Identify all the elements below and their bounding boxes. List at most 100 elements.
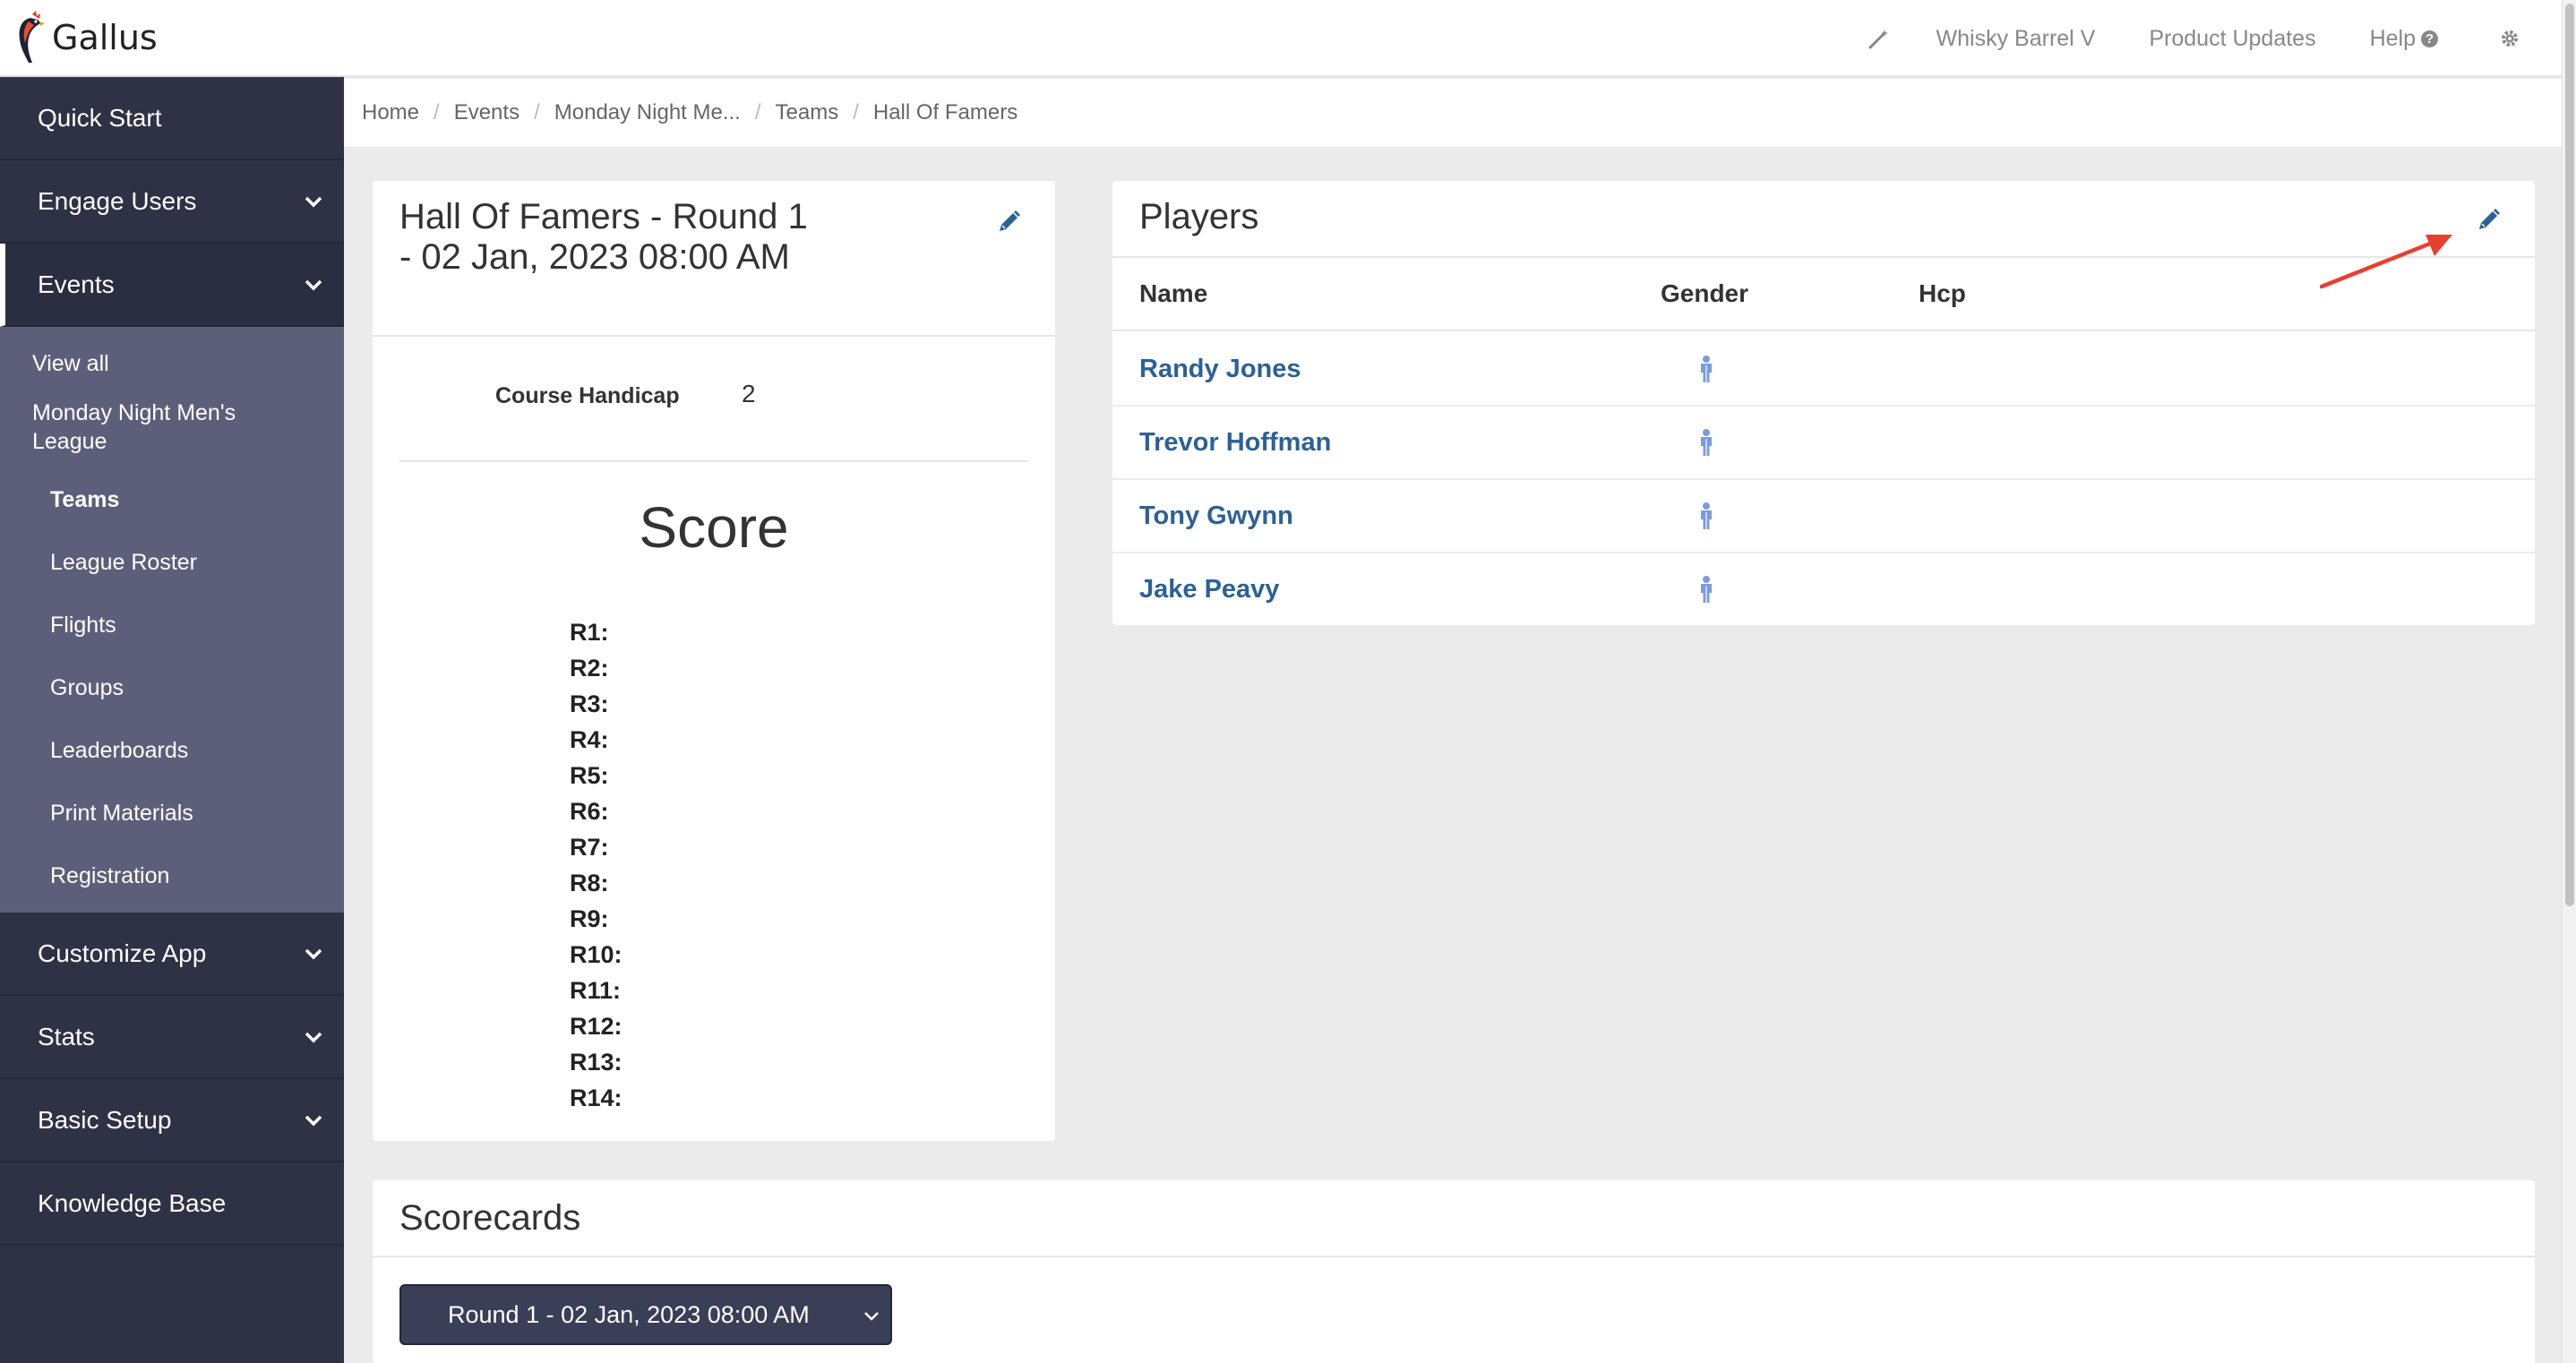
sidebar-item-label: Knowledge Base [38, 1188, 227, 1217]
round-score-label: R3: [570, 690, 609, 717]
sidebar-item-label: Basic Setup [38, 1105, 172, 1134]
round-score-label: R9: [570, 905, 609, 932]
sidebar-item-stats[interactable]: Stats [0, 996, 344, 1079]
round-score-label: R4: [570, 726, 609, 753]
scorecards-panel: Scorecards Round 1 - 02 Jan, 2023 08:00 … [373, 1180, 2535, 1363]
scrollbar-thumb[interactable] [2565, 4, 2574, 906]
male-icon [1701, 576, 1712, 603]
logo-text: Gallus [52, 18, 158, 57]
sidebar-item-quick-start[interactable]: Quick Start [0, 77, 344, 160]
sidebar-item-league-roster[interactable]: League Roster [0, 531, 344, 594]
sidebar-item-teams[interactable]: Teams [0, 468, 344, 531]
round-score-label: R10: [570, 941, 623, 968]
player-name-link[interactable]: Tony Gwynn [1139, 501, 1293, 531]
sidebar-item-knowledge-base[interactable]: Knowledge Base [0, 1162, 344, 1246]
round-score-label: R1: [570, 619, 609, 646]
sidebar-item-leaderboards[interactable]: Leaderboards [0, 719, 344, 782]
round-select[interactable]: Round 1 - 02 Jan, 2023 08:00 AM [399, 1284, 892, 1345]
breadcrumb-separator: / [853, 100, 859, 124]
sidebar-item-label: Monday Night Men's [32, 400, 236, 425]
sidebar: Quick Start Engage Users Events View all… [0, 77, 344, 1363]
round-score-label: R13: [570, 1049, 623, 1076]
breadcrumb-separator: / [534, 100, 540, 124]
sidebar-item-print-materials[interactable]: Print Materials [0, 782, 344, 844]
course-handicap-value: 2 [742, 380, 756, 407]
sidebar-item-basic-setup[interactable]: Basic Setup [0, 1079, 344, 1162]
round-score-list: R1: R2: R3: R4: R5: R6: R7: R8: R9: R10:… [570, 614, 623, 1116]
chevron-down-icon [305, 1032, 322, 1042]
player-name-link[interactable]: Jake Peavy [1139, 575, 1279, 604]
breadcrumb-teams[interactable]: Teams [776, 100, 839, 125]
sidebar-item-view-all[interactable]: View all [0, 334, 344, 393]
help-link[interactable]: Help ? [2370, 26, 2438, 52]
chevron-down-icon [305, 196, 322, 207]
column-header-gender: Gender [1661, 279, 1749, 307]
chevron-down-icon [305, 279, 322, 290]
sidebar-item-customize-app[interactable]: Customize App [0, 913, 344, 996]
page-scrollbar[interactable] [2562, 0, 2576, 1363]
round-score-label: R12: [570, 1013, 623, 1040]
breadcrumb-league[interactable]: Monday Night Me... [554, 100, 741, 125]
edit-pencil-icon[interactable] [2474, 206, 2503, 235]
breadcrumb-current: Hall Of Famers [872, 100, 1018, 124]
table-row: Randy Jones [1112, 333, 2535, 407]
player-name-link[interactable]: Randy Jones [1139, 355, 1301, 384]
sidebar-item-flights[interactable]: Flights [0, 594, 344, 656]
round-score-label: R8: [570, 870, 609, 896]
sidebar-item-label: Stats [38, 1022, 95, 1050]
round-score-label: R11: [570, 977, 622, 1004]
breadcrumb-separator: / [754, 100, 761, 124]
round-score-label: R6: [570, 798, 609, 825]
table-row: Trevor Hoffman [1112, 407, 2535, 480]
breadcrumb-events[interactable]: Events [454, 100, 519, 125]
male-icon [1701, 356, 1712, 382]
logo[interactable]: Gallus [13, 9, 158, 66]
gear-icon[interactable] [2492, 21, 2528, 56]
sidebar-item-registration[interactable]: Registration [0, 844, 344, 907]
table-row: Tony Gwynn [1112, 480, 2535, 553]
players-title: Players [1139, 197, 1259, 236]
chevron-down-icon [864, 1312, 879, 1321]
round-score-label: R5: [570, 762, 609, 789]
sidebar-item-label: Quick Start [38, 103, 162, 132]
table-row: Jake Peavy [1112, 553, 2535, 627]
round-select-value: Round 1 - 02 Jan, 2023 08:00 AM [448, 1300, 810, 1328]
breadcrumb-home[interactable]: Home [362, 100, 419, 125]
product-updates-link[interactable]: Product Updates [2149, 26, 2315, 52]
sidebar-item-monday-night-league[interactable]: Monday Night Men's League [0, 393, 344, 468]
org-switcher[interactable]: Whisky Barrel V [1936, 26, 2096, 52]
divider [373, 1256, 2535, 1257]
edit-pencil-icon[interactable] [994, 208, 1023, 236]
round-score-label: R2: [570, 655, 609, 682]
sidebar-item-label: Customize App [38, 939, 207, 967]
chevron-down-icon [305, 1115, 322, 1126]
player-name-link[interactable]: Trevor Hoffman [1139, 428, 1331, 458]
rooster-logo-icon [19, 11, 45, 63]
team-title: Hall Of Famers - Round 1 - 02 Jan, 2023 … [399, 197, 808, 277]
score-heading: Score [639, 495, 789, 560]
scorecards-title: Scorecards [399, 1198, 581, 1238]
divider [399, 460, 1028, 462]
events-subnav: View all Monday Night Men's League Teams… [0, 327, 344, 913]
question-circle-icon: ? [2421, 30, 2438, 47]
round-score-label: R14: [570, 1084, 623, 1111]
sidebar-item-label: Engage Users [38, 186, 197, 215]
male-icon [1701, 429, 1712, 456]
sidebar-item-groups[interactable]: Groups [0, 656, 344, 719]
top-bar: Gallus Whisky Barrel V Product Updates H… [0, 0, 2562, 77]
sidebar-item-events[interactable]: Events [0, 244, 344, 327]
course-handicap-label: Course Handicap [495, 383, 680, 408]
sidebar-item-label: Events [38, 270, 115, 298]
breadcrumb-separator: / [434, 100, 440, 124]
column-header-hcp: Hcp [1919, 279, 1966, 307]
chevron-down-icon [305, 948, 322, 959]
breadcrumb: Home / Events / Monday Night Me... / Tea… [344, 79, 2562, 147]
sidebar-item-label: League [32, 429, 107, 454]
sidebar-item-engage-users[interactable]: Engage Users [0, 160, 344, 244]
team-panel: Hall Of Famers - Round 1 - 02 Jan, 2023 … [373, 181, 1055, 1141]
column-header-name: Name [1139, 279, 1208, 307]
magic-wand-icon[interactable] [1861, 21, 1897, 56]
divider [373, 335, 1055, 337]
round-score-label: R7: [570, 834, 609, 861]
male-icon [1701, 502, 1712, 529]
